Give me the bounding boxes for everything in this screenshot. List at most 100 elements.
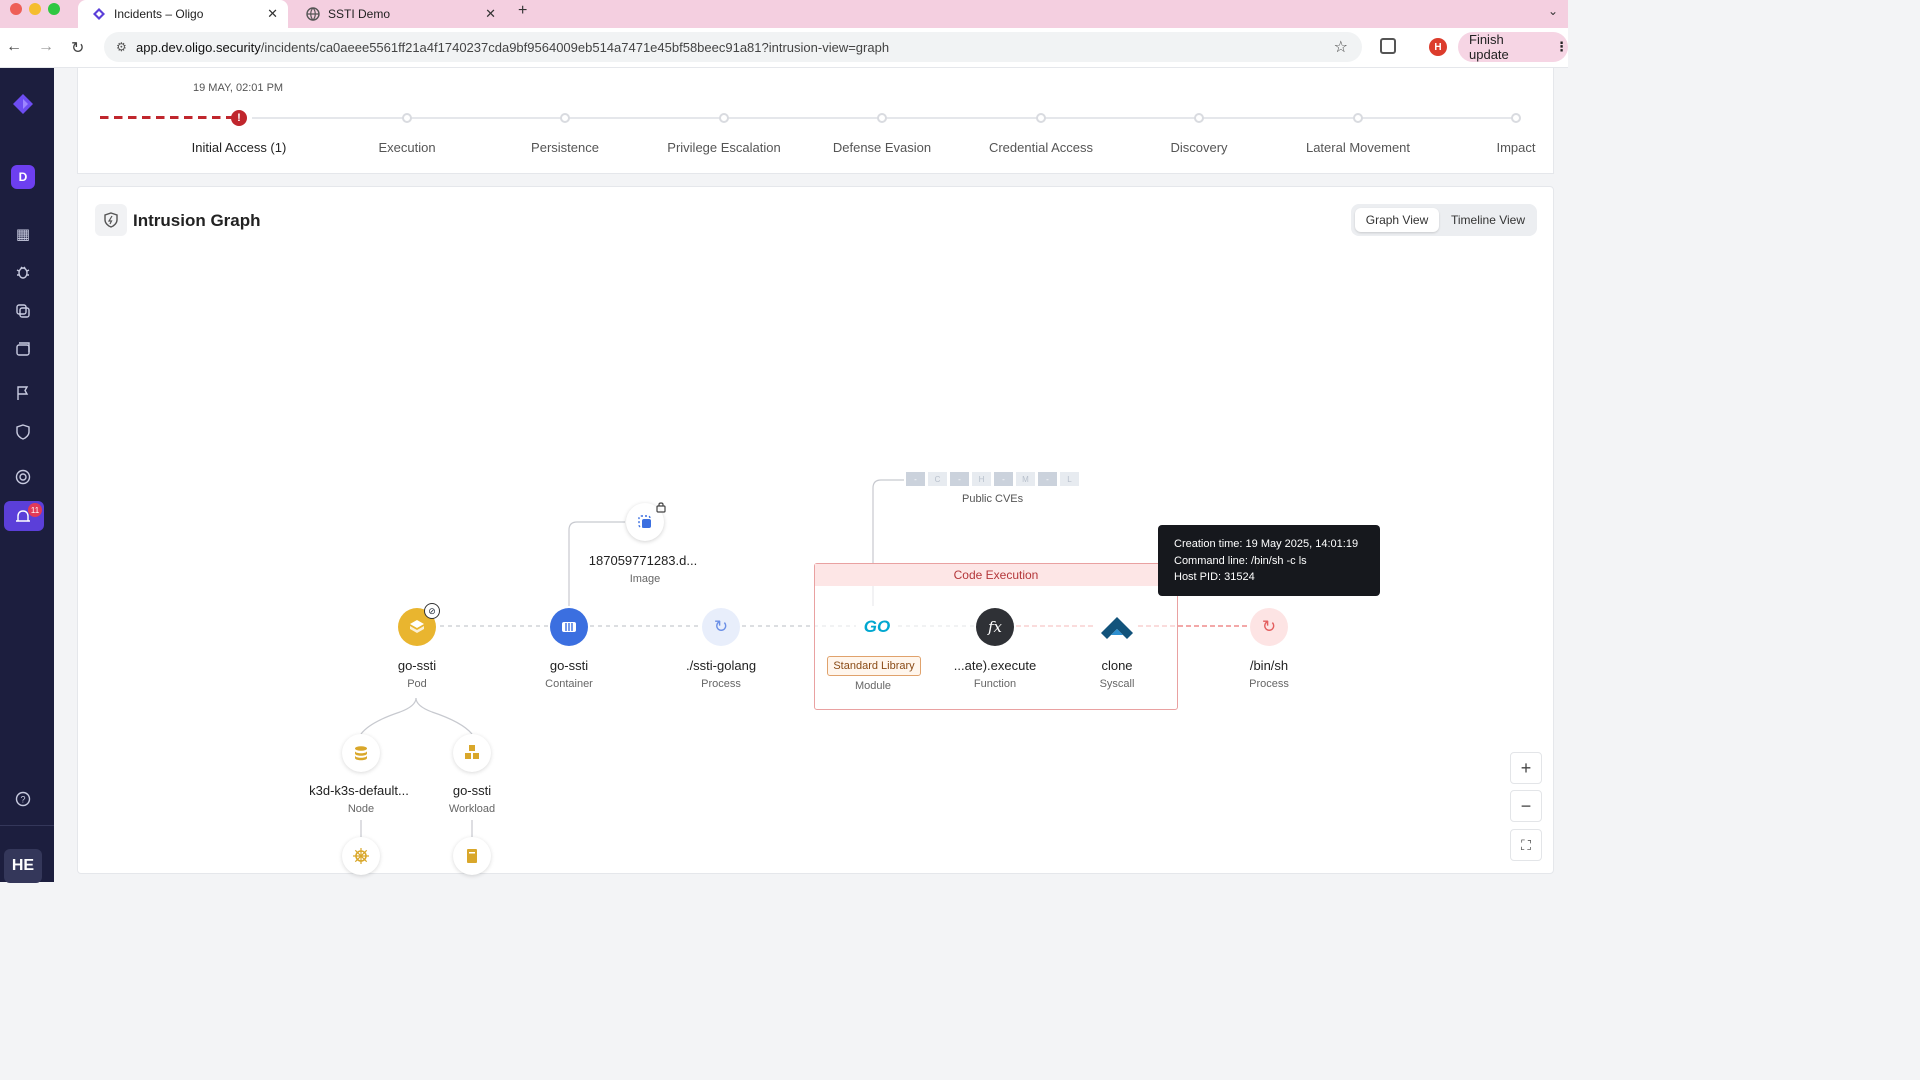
mitre-stage-dot[interactable]: [560, 113, 570, 123]
app-sidebar: D ▦ 11 ? HE: [0, 68, 54, 883]
no-network-icon: ⊘: [424, 603, 440, 619]
mitre-stage-privilege-escalation[interactable]: Privilege Escalation: [667, 140, 780, 155]
cluster-node[interactable]: [342, 837, 380, 875]
bug-icon[interactable]: [14, 263, 32, 281]
kubernetes-helm-icon: [353, 848, 369, 864]
k8s-node-node[interactable]: [342, 734, 380, 772]
tab-incidents[interactable]: Incidents – Oligo ✕: [78, 0, 288, 28]
mitre-stage-dot[interactable]: [1194, 113, 1204, 123]
profile-avatar[interactable]: H: [1429, 38, 1447, 56]
pod-type: Pod: [407, 678, 427, 690]
cve-count-critical: -: [906, 472, 925, 486]
finish-update-button[interactable]: Finish update ⋮: [1458, 32, 1568, 62]
target-icon[interactable]: [14, 468, 32, 486]
window-close-button[interactable]: [10, 3, 22, 15]
window-minimize-button[interactable]: [29, 3, 41, 15]
mitre-stage-execution[interactable]: Execution: [378, 140, 435, 155]
reload-icon[interactable]: ↻: [71, 38, 84, 58]
mitre-stage-initial-access[interactable]: Initial Access (1): [192, 140, 287, 155]
code-execution-header: Code Execution: [815, 564, 1177, 586]
incidents-count-badge: 11: [28, 503, 42, 517]
mitre-stage-credential-access[interactable]: Credential Access: [989, 140, 1093, 155]
forward-icon[interactable]: →: [38, 38, 54, 56]
url-host: app.dev.oligo.security: [136, 39, 261, 55]
function-node[interactable]: fx: [976, 608, 1014, 646]
syscall-type: Syscall: [1099, 678, 1135, 690]
site-settings-icon[interactable]: ⚙: [116, 40, 127, 54]
mitre-stage-dot[interactable]: [402, 113, 412, 123]
oligo-logo-icon[interactable]: [12, 93, 34, 115]
tab-title: Incidents – Oligo: [114, 7, 204, 21]
back-icon[interactable]: ←: [6, 38, 22, 56]
alert-process-type: Process: [1249, 678, 1289, 690]
workload-type: Workload: [448, 803, 496, 815]
module-node[interactable]: GO: [858, 608, 896, 646]
new-tab-icon[interactable]: +: [518, 2, 527, 20]
more-menu-icon[interactable]: ⋮: [1555, 39, 1568, 55]
mitre-attack-strip: 19 MAY, 02:01 PM ! Initial Access (1) Ex…: [77, 68, 1554, 174]
text-cursor-icon: I: [1255, 558, 1259, 572]
refresh-icon: ↻: [1261, 617, 1277, 636]
shield-icon[interactable]: [14, 423, 32, 441]
public-cves-chips[interactable]: - C - H - M - L: [906, 472, 1079, 486]
cve-severity-high: H: [972, 472, 991, 486]
zoom-in-button[interactable]: +: [1510, 752, 1542, 784]
module-type: Module: [854, 680, 892, 692]
folder-icon[interactable]: [14, 340, 32, 358]
mitre-stage-discovery[interactable]: Discovery: [1170, 140, 1227, 155]
close-tab-icon[interactable]: ✕: [267, 6, 278, 22]
syscall-node[interactable]: [1098, 608, 1136, 646]
container-node[interactable]: [550, 608, 588, 646]
mitre-stage-impact[interactable]: Impact: [1496, 140, 1535, 155]
mitre-stage-dot[interactable]: [719, 113, 729, 123]
cve-count-high: -: [950, 472, 969, 486]
mitre-stage-dot[interactable]: [1511, 113, 1521, 123]
process-type: Process: [701, 678, 741, 690]
function-icon: fx: [987, 618, 1002, 636]
image-layers-icon: [638, 515, 651, 528]
flag-icon[interactable]: [14, 384, 32, 402]
address-bar-row: ← → ↻ ⚙ app.dev.oligo.security/incidents…: [0, 28, 1568, 68]
mitre-stage-dot[interactable]: [1036, 113, 1046, 123]
graph-view-button[interactable]: Graph View: [1355, 208, 1439, 232]
url-field[interactable]: ⚙ app.dev.oligo.security/incidents/ca0ae…: [104, 32, 1362, 62]
process-node[interactable]: ↻: [702, 608, 740, 646]
syscall-label: clone: [1101, 658, 1133, 673]
mitre-stage-dot[interactable]: [1353, 113, 1363, 123]
help-icon[interactable]: ?: [14, 790, 32, 808]
workload-node[interactable]: [453, 734, 491, 772]
finish-update-label: Finish update: [1469, 32, 1509, 62]
bookmark-star-icon[interactable]: ☆: [1334, 37, 1348, 57]
namespace-node[interactable]: [453, 837, 491, 875]
window-maximize-button[interactable]: [48, 3, 60, 15]
tab-ssti-demo[interactable]: SSTI Demo ✕: [292, 0, 506, 28]
workload-label: go-ssti: [452, 783, 492, 798]
copy-icon[interactable]: [14, 302, 32, 320]
cve-count-low: -: [1038, 472, 1057, 486]
sidebar-divider: [0, 825, 54, 826]
alert-process-node[interactable]: ↻: [1250, 608, 1288, 646]
shield-bolt-icon: [95, 204, 127, 236]
workspace-avatar[interactable]: D: [11, 165, 35, 189]
cve-severity-low: L: [1060, 472, 1079, 486]
extensions-icon[interactable]: [1380, 38, 1396, 54]
zoom-out-button[interactable]: −: [1510, 790, 1542, 822]
mitre-stage-dot[interactable]: [877, 113, 887, 123]
pod-label: go-ssti: [397, 658, 437, 673]
globe-icon: [306, 7, 320, 21]
grid-icon[interactable]: ▦: [14, 225, 32, 243]
cve-severity-critical: C: [928, 472, 947, 486]
tooltip-command-line: Command line: /bin/sh -c ls: [1174, 554, 1307, 567]
user-avatar[interactable]: HE: [4, 849, 42, 883]
alert-icon[interactable]: !: [231, 110, 247, 126]
mitre-stage-lateral-movement[interactable]: Lateral Movement: [1306, 140, 1410, 155]
fit-view-button[interactable]: ⛶: [1510, 829, 1542, 861]
url-path: /incidents/ca0aeee5561ff21a4f1740237cda9…: [260, 39, 890, 55]
timeline-view-button[interactable]: Timeline View: [1443, 208, 1533, 232]
function-label: ...ate).execute: [953, 658, 1037, 673]
mitre-stage-persistence[interactable]: Persistence: [531, 140, 599, 155]
mitre-stage-defense-evasion[interactable]: Defense Evasion: [833, 140, 931, 155]
close-tab-icon[interactable]: ✕: [485, 6, 496, 22]
chevron-down-icon[interactable]: ⌄: [1548, 4, 1558, 18]
cve-count-medium: -: [994, 472, 1013, 486]
